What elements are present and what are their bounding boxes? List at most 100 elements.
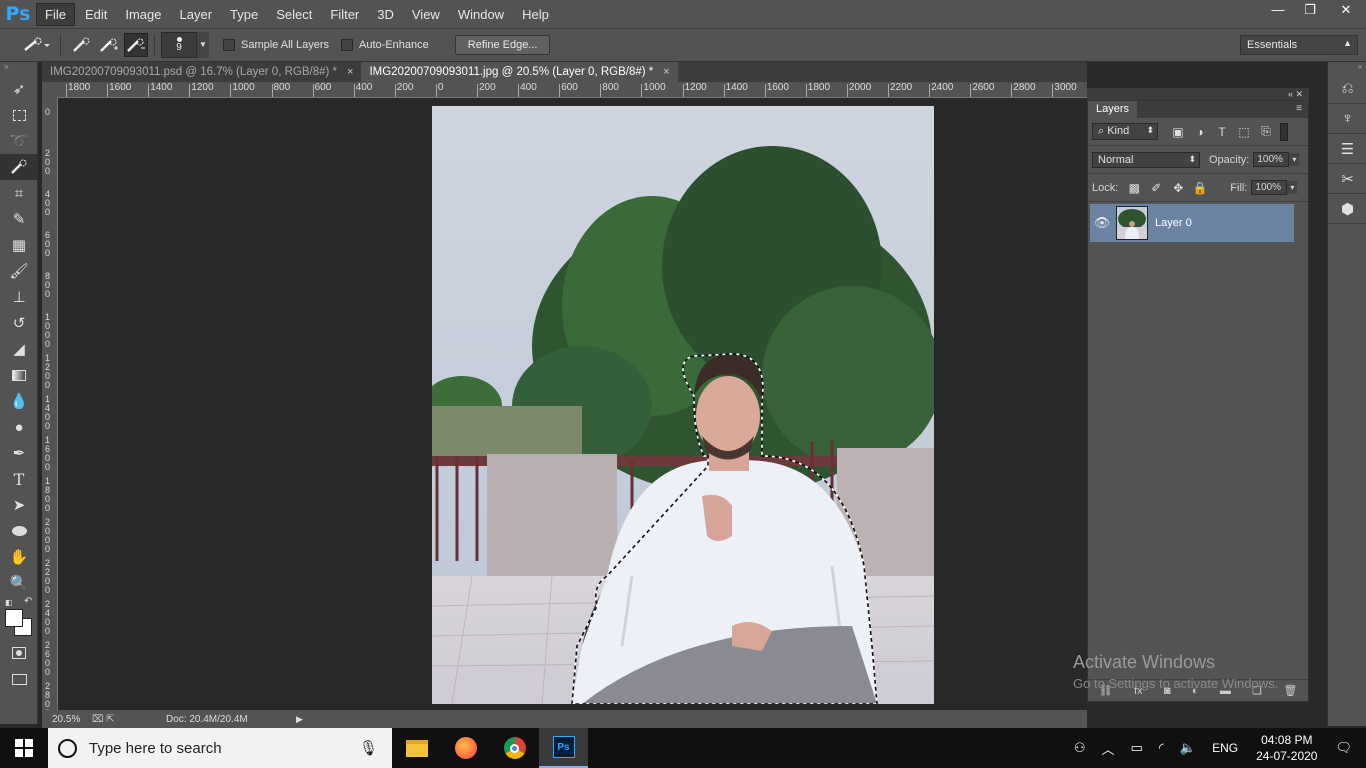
filter-smart-object-icon[interactable]: ⎘ (1256, 122, 1276, 142)
layer-name[interactable]: Layer 0 (1155, 217, 1192, 229)
menu-file[interactable]: File (36, 2, 75, 26)
refine-edge-button[interactable]: Refine Edge... (454, 35, 551, 55)
people-icon[interactable]: ⚇ (1074, 740, 1086, 756)
menu-type[interactable]: Type (222, 4, 266, 25)
type-tool[interactable]: T (0, 466, 38, 492)
filter-pixel-icon[interactable]: ▣ (1168, 122, 1188, 142)
menu-select[interactable]: Select (268, 4, 320, 25)
adjustments-panel-button[interactable]: ☰ (1328, 134, 1366, 164)
menu-edit[interactable]: Edit (77, 4, 115, 25)
lock-image-icon[interactable]: ✐ (1146, 178, 1166, 198)
zoom-tool[interactable]: 🔍 (0, 570, 38, 596)
horizontal-ruler[interactable]: 1800 1600 1400 1200 1000 800 600 400 200 0 200 400 6… (58, 82, 1087, 98)
subtract-from-selection-button[interactable] (124, 33, 148, 57)
opacity-input[interactable]: 100% (1253, 152, 1290, 167)
brush-size-dropdown-arrow[interactable]: ▼ (197, 32, 209, 58)
filter-shape-icon[interactable]: ⬚ (1234, 122, 1254, 142)
quick-mask-button[interactable] (0, 640, 38, 666)
menu-filter[interactable]: Filter (322, 4, 367, 25)
tool-presets-button[interactable]: ✂ (1328, 164, 1366, 194)
quick-selection-tool[interactable] (0, 154, 38, 180)
eyedropper-tool[interactable]: ✎ (0, 206, 38, 232)
path-selection-tool[interactable]: ➤ (0, 492, 38, 518)
eye-icon[interactable]: 👁 (1090, 215, 1114, 231)
eraser-tool[interactable]: ◢ (0, 336, 38, 362)
auto-enhance-checkbox[interactable]: Auto-Enhance (341, 39, 429, 51)
volume-icon[interactable]: 🔈 (1180, 740, 1196, 756)
lock-position-icon[interactable]: ✥ (1168, 178, 1188, 198)
add-to-selection-button[interactable] (97, 33, 121, 57)
fill-slider-arrow-icon[interactable]: ▾ (1287, 181, 1298, 194)
photo-image[interactable] (432, 106, 934, 704)
layers-tab[interactable]: Layers (1088, 101, 1138, 118)
pen-tool[interactable]: ✒ (0, 440, 38, 466)
panel-menu-icon[interactable]: ≡ (1290, 101, 1308, 118)
panel-collapse-icon[interactable]: » (0, 62, 37, 76)
menu-window[interactable]: Window (450, 4, 512, 25)
filter-toggle[interactable] (1280, 122, 1288, 141)
blur-tool[interactable]: 💧 (0, 388, 38, 414)
close-button[interactable]: ✕ (1326, 0, 1366, 22)
taskbar-search-box[interactable]: Type here to search 🎙 (48, 728, 392, 768)
lock-transparent-icon[interactable]: ▩ (1124, 178, 1144, 198)
action-center-icon[interactable]: 🗨 (1335, 740, 1352, 756)
battery-icon[interactable]: ▭ (1131, 740, 1143, 756)
close-tab-icon[interactable]: × (663, 66, 669, 78)
tab-document-jpg[interactable]: IMG20200709093011.jpg @ 20.5% (Layer 0, … (361, 62, 678, 82)
screen-mode-button[interactable] (0, 666, 38, 692)
hand-tool[interactable]: ✋ (0, 544, 38, 570)
tool-preset-picker[interactable] (20, 33, 54, 57)
workspace-switcher[interactable]: Essentials ▲ (1240, 35, 1358, 55)
clone-stamp-tool[interactable]: ⊥ (0, 284, 38, 310)
chrome-taskbar-button[interactable] (490, 728, 539, 768)
menu-3d[interactable]: 3D (369, 4, 402, 25)
tab-document-psd[interactable]: IMG20200709093011.psd @ 16.7% (Layer 0, … (42, 62, 361, 82)
network-icon[interactable]: ◜ (1159, 740, 1164, 756)
dock-collapse-icon[interactable]: « (1328, 62, 1366, 74)
crop-tool[interactable]: ⌗ (0, 180, 38, 206)
firefox-taskbar-button[interactable] (441, 728, 490, 768)
blend-mode-select[interactable]: Normal ⬍ (1092, 151, 1200, 168)
filter-kind-select[interactable]: ⌕ Kind ⬍ (1092, 123, 1158, 140)
new-selection-mode-button[interactable] (70, 33, 94, 57)
marquee-tool[interactable] (0, 102, 38, 128)
default-colors-icon[interactable]: ◧ (5, 598, 13, 607)
spot-healing-tool[interactable]: ▦ (0, 232, 38, 258)
menu-layer[interactable]: Layer (172, 4, 221, 25)
show-hidden-icons-icon[interactable]: ︿ (1102, 739, 1115, 758)
status-menu-arrow-icon[interactable]: ▶ (296, 714, 303, 725)
photoshop-taskbar-button[interactable]: Ps (539, 728, 588, 768)
history-panel-button[interactable]: ⎌ (1328, 74, 1366, 104)
minimize-button[interactable]: — (1262, 0, 1294, 22)
history-brush-tool[interactable]: ↺ (0, 310, 38, 336)
move-tool[interactable]: ➶ (0, 76, 38, 102)
foreground-color-swatch[interactable] (5, 609, 23, 627)
fill-input[interactable]: 100% (1251, 180, 1288, 195)
restore-button[interactable]: ❐ (1294, 0, 1326, 22)
sample-all-layers-checkbox[interactable]: Sample All Layers (223, 39, 329, 51)
document-canvas[interactable] (58, 98, 1087, 710)
start-button[interactable] (0, 728, 48, 768)
opacity-slider-arrow-icon[interactable]: ▾ (1289, 153, 1300, 166)
menu-image[interactable]: Image (117, 4, 169, 25)
shape-tool[interactable] (0, 518, 38, 544)
lock-all-icon[interactable]: 🔒 (1190, 178, 1210, 198)
zoom-level[interactable]: 20.5% (52, 714, 92, 725)
3d-panel-button[interactable]: ⬢ (1328, 194, 1366, 224)
swap-colors-icon[interactable]: ↶ (24, 596, 32, 607)
gradient-tool[interactable] (0, 362, 38, 388)
microphone-icon[interactable]: 🎙 (359, 739, 378, 757)
menu-help[interactable]: Help (514, 4, 557, 25)
layer-row[interactable]: 👁 Layer 0 (1090, 204, 1294, 242)
menu-view[interactable]: View (404, 4, 448, 25)
dodge-tool[interactable]: ● (0, 414, 38, 440)
close-tab-icon[interactable]: × (347, 66, 353, 78)
clock[interactable]: 04:08 PM 24-07-2020 (1256, 732, 1317, 764)
brush-tool[interactable]: 🖌 (0, 258, 38, 284)
filter-adjustment-icon[interactable]: ◑ (1190, 122, 1210, 142)
brush-size-picker[interactable]: 9 (161, 32, 197, 58)
filter-type-icon[interactable]: T (1212, 122, 1232, 142)
delete-layer-icon[interactable]: 🗑 (1283, 684, 1297, 697)
language-indicator[interactable]: ENG (1212, 741, 1238, 755)
lasso-tool[interactable]: ➰ (0, 128, 38, 154)
